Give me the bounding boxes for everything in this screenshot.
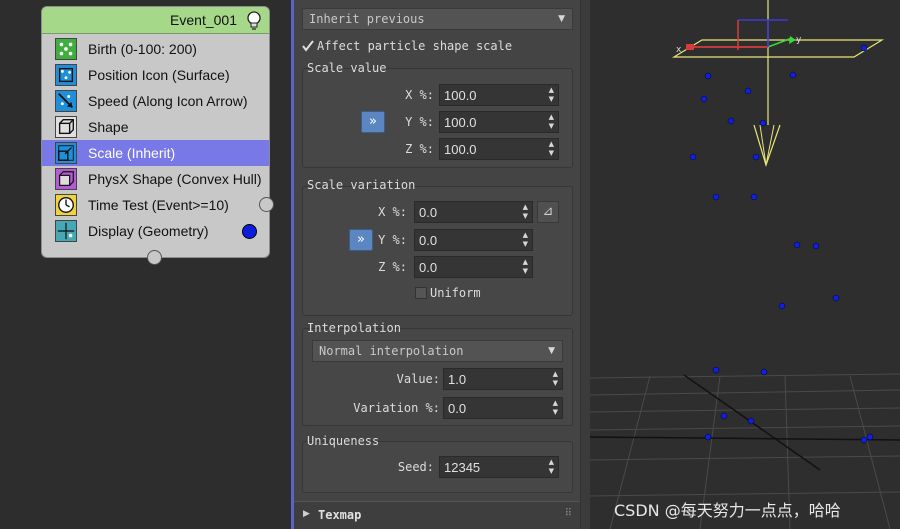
spinner-value: 0.0 [419,205,438,220]
group-title: Scale variation [307,178,416,192]
scale-x-label: X %: [405,88,434,102]
variation-y-label: Y %: [378,233,407,247]
dropdown-value: Inherit previous [309,12,425,26]
variation-x-label: X %: [378,205,407,219]
seed-spinner[interactable]: 12345 ▲ ▼ [439,456,559,478]
spinner-arrows-icon[interactable]: ▲ ▼ [549,113,554,131]
panel-scrollbar[interactable] [580,0,590,529]
speed-icon [55,90,77,112]
group-title: Scale value [307,61,387,75]
svg-text:x: x [676,45,682,55]
event-title: Event_001 [170,12,237,28]
particles [689,44,874,444]
scale-z-spinner[interactable]: 100.0 ▲ ▼ [439,138,559,160]
spinner-value: 1.0 [448,372,467,387]
interp-variation-label: Variation %: [353,401,440,415]
viewport-scene: y x [590,0,900,529]
input-socket[interactable] [147,250,162,265]
emitter-icon [671,0,885,167]
spinner-arrows-icon[interactable]: ▲ ▼ [523,258,528,276]
interpolation-dropdown[interactable]: Normal interpolation ▼ [312,340,563,362]
parameters-panel: Inherit previous ▼ Affect particle shape… [294,0,580,529]
group-title: Uniqueness [307,434,380,448]
watermark-text: CSDN @每天努力一点点，哈哈 [614,501,841,520]
spinner-value: 12345 [444,460,481,475]
3d-viewport[interactable]: y x CSDN @每天努力一点点，哈哈 [590,0,900,529]
group-title: Interpolation [307,321,401,335]
operator-label: Scale (Inherit) [88,145,176,161]
operator-label: Position Icon (Surface) [88,67,230,83]
operator-label: PhysX Shape (Convex Hull) [88,171,262,187]
grid-axis-x [590,436,900,441]
spinner-value: 0.0 [419,260,438,275]
texmap-rollout[interactable]: ▶ Texmap ⠿ [294,501,580,529]
variation-z-label: Z %: [378,260,407,274]
operator-label: Display (Geometry) [88,223,209,239]
variation-x-spinner[interactable]: 0.0 ▲ ▼ [414,201,533,223]
scale-y-label: Y %: [405,115,434,129]
spinner-arrows-icon[interactable]: ▲ ▼ [523,231,528,249]
spinner-arrows-icon[interactable]: ▲ ▼ [549,86,554,104]
svg-text:y: y [796,35,802,45]
operator-row-time-test[interactable]: Time Test (Event>=10) [42,192,269,218]
variation-y-spinner[interactable]: 0.0 ▲ ▼ [414,229,533,251]
affect-shape-scale-checkbox[interactable] [302,40,314,52]
expand-arrow-icon: ▶ [303,509,310,519]
rollout-title: Texmap [318,508,362,522]
spinner-value: 100.0 [444,88,477,103]
physx-shape-icon [55,168,77,190]
scale-type-dropdown[interactable]: Inherit previous ▼ [302,8,573,30]
operator-row-shape[interactable]: Shape [42,114,269,140]
angle-icon[interactable]: ⊿ [537,201,559,223]
birth-icon [55,38,77,60]
operator-label: Birth (0-100: 200) [88,41,197,57]
uniform-label: Uniform [430,286,481,300]
scale-y-spinner[interactable]: 100.0 ▲ ▼ [439,111,559,133]
operator-row-speed[interactable]: Speed (Along Icon Arrow) [42,88,269,114]
scale-z-label: Z %: [405,142,434,156]
spinner-arrows-icon[interactable]: ▲ ▼ [523,203,528,221]
time-test-icon [55,194,77,216]
position-icon [55,64,77,86]
scale-icon [55,142,77,164]
shape-icon [55,116,77,138]
spinner-arrows-icon[interactable]: ▲ ▼ [553,399,558,417]
seed-label: Seed: [397,460,434,474]
output-socket[interactable] [259,197,274,212]
scale-x-spinner[interactable]: 100.0 ▲ ▼ [439,84,559,106]
interp-value-label: Value: [396,372,440,386]
spinner-value: 100.0 [444,115,477,130]
display-icon [55,220,77,242]
chevron-down-icon: ▼ [548,346,555,356]
variation-z-spinner[interactable]: 0.0 ▲ ▼ [414,256,533,278]
dropdown-value: Normal interpolation [319,344,464,358]
operator-row-position-icon[interactable]: Position Icon (Surface) [42,62,269,88]
affect-shape-scale-label: Affect particle shape scale [317,39,513,53]
spinner-arrows-icon[interactable]: ▲ ▼ [549,458,554,476]
display-color-swatch[interactable] [242,224,257,239]
spinner-value: 0.0 [419,233,438,248]
particle-view: Event_001 Birth (0-100: 200) Position Ic… [0,0,291,529]
spinner-arrows-icon[interactable]: ▲ ▼ [553,370,558,388]
uniform-checkbox[interactable] [415,287,427,299]
operator-label: Shape [88,119,129,135]
scale-lock-button[interactable]: » [361,111,385,133]
chevron-down-icon: ▼ [558,14,565,24]
spinner-value: 0.0 [448,401,467,416]
operator-row-birth[interactable]: Birth (0-100: 200) [42,36,269,62]
interp-value-spinner[interactable]: 1.0 ▲ ▼ [443,368,563,390]
transform-gizmo-icon: y x [676,19,802,55]
spinner-arrows-icon[interactable]: ▲ ▼ [549,140,554,158]
grip-icon: ⠿ [564,508,572,519]
event-header[interactable]: Event_001 [42,7,269,34]
operator-row-display[interactable]: Display (Geometry) [42,218,269,244]
event-node[interactable]: Event_001 Birth (0-100: 200) Position Ic… [41,6,270,258]
operator-label: Speed (Along Icon Arrow) [88,93,248,109]
operator-label: Time Test (Event>=10) [88,197,229,213]
spinner-value: 100.0 [444,142,477,157]
interp-variation-spinner[interactable]: 0.0 ▲ ▼ [443,397,563,419]
lightbulb-icon[interactable] [245,10,263,30]
operator-row-physx-shape[interactable]: PhysX Shape (Convex Hull) [42,166,269,192]
operator-row-scale[interactable]: Scale (Inherit) [42,140,269,166]
